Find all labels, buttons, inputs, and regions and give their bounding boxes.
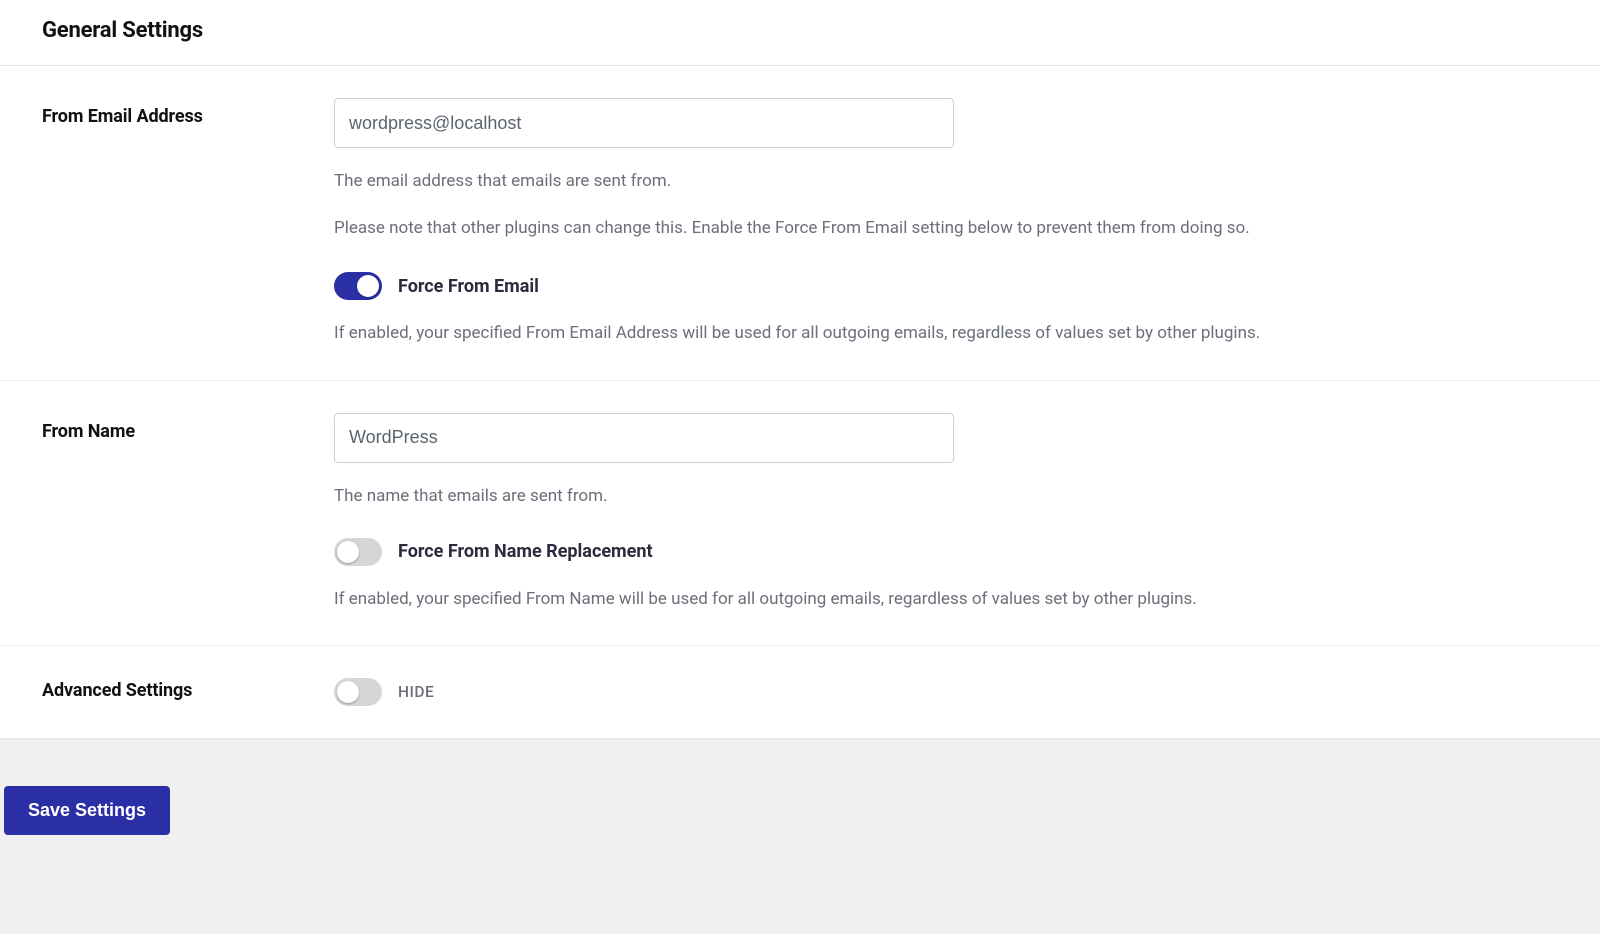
row-from-email: From Email Address The email address tha… (0, 66, 1600, 381)
force-from-email-toggle[interactable] (334, 272, 382, 300)
force-from-name-desc: If enabled, your specified From Name wil… (334, 586, 1558, 613)
row-content: The email address that emails are sent f… (334, 98, 1558, 348)
row-from-name: From Name The name that emails are sent … (0, 381, 1600, 646)
force-from-email-desc: If enabled, your specified From Email Ad… (334, 320, 1558, 347)
general-settings-panel: General Settings From Email Address The … (0, 0, 1600, 738)
from-email-input[interactable] (334, 98, 954, 148)
row-label: From Name (42, 413, 334, 613)
row-advanced-settings: Advanced Settings HIDE (0, 646, 1600, 738)
row-content: The name that emails are sent from. Forc… (334, 413, 1558, 613)
panel-header: General Settings (0, 0, 1600, 66)
advanced-toggle-row: HIDE (334, 678, 1558, 706)
force-from-name-toggle-row: Force From Name Replacement (334, 538, 1558, 566)
from-email-desc-1: The email address that emails are sent f… (334, 168, 1558, 195)
force-from-email-label: Force From Email (398, 276, 539, 297)
force-from-name-toggle[interactable] (334, 538, 382, 566)
from-email-label: From Email Address (42, 106, 203, 127)
panel-title: General Settings (42, 18, 1558, 43)
save-settings-button[interactable]: Save Settings (4, 786, 170, 835)
save-bar: Save Settings (0, 786, 1600, 895)
row-content: HIDE (334, 678, 1558, 706)
advanced-settings-state: HIDE (398, 683, 434, 701)
row-label: Advanced Settings (42, 678, 334, 706)
force-from-email-toggle-row: Force From Email (334, 272, 1558, 300)
from-name-desc-1: The name that emails are sent from. (334, 483, 1558, 510)
advanced-settings-label: Advanced Settings (42, 680, 192, 701)
force-from-name-label: Force From Name Replacement (398, 541, 653, 562)
from-name-label: From Name (42, 421, 135, 442)
row-label: From Email Address (42, 98, 334, 348)
advanced-settings-toggle[interactable] (334, 678, 382, 706)
from-name-input[interactable] (334, 413, 954, 463)
from-email-desc-2: Please note that other plugins can chang… (334, 215, 1558, 242)
